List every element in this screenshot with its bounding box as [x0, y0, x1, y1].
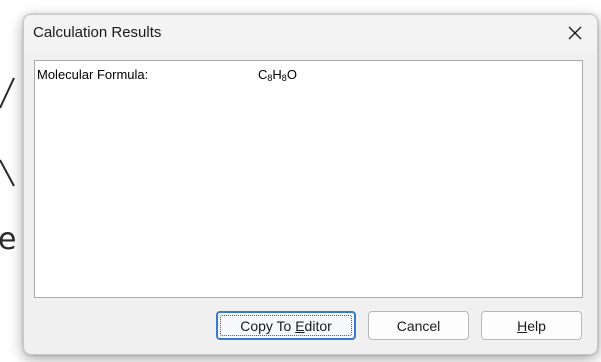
copy-button-mnemonic: E — [295, 317, 305, 334]
bond-line — [0, 77, 15, 109]
close-icon — [568, 26, 582, 40]
dialog-titlebar: Calculation Results — [24, 15, 597, 53]
copy-button-label-prefix: Copy To — [240, 317, 296, 334]
molecular-formula-value: C8H8O — [258, 67, 297, 83]
cancel-button[interactable]: Cancel — [368, 311, 469, 340]
copy-button-label-rest: ditor — [304, 317, 332, 334]
molecular-formula-label: Molecular Formula: — [37, 67, 149, 82]
calculation-results-dialog: Calculation Results Molecular Formula: C… — [23, 14, 598, 355]
dialog-title: Calculation Results — [33, 24, 162, 41]
help-button-mnemonic: H — [517, 317, 528, 334]
help-button-label-rest: elp — [527, 317, 546, 334]
formula-element-h: H — [272, 67, 282, 82]
copy-to-editor-button[interactable]: Copy To Editor — [216, 311, 356, 340]
close-button[interactable] — [553, 15, 597, 51]
formula-element-c: C — [258, 67, 268, 82]
formula-element-o: O — [286, 67, 297, 82]
background-atom-label: e — [0, 222, 17, 257]
results-panel[interactable]: Molecular Formula: C8H8O — [34, 60, 583, 298]
help-button[interactable]: Help — [481, 311, 582, 340]
bond-line — [0, 159, 15, 187]
